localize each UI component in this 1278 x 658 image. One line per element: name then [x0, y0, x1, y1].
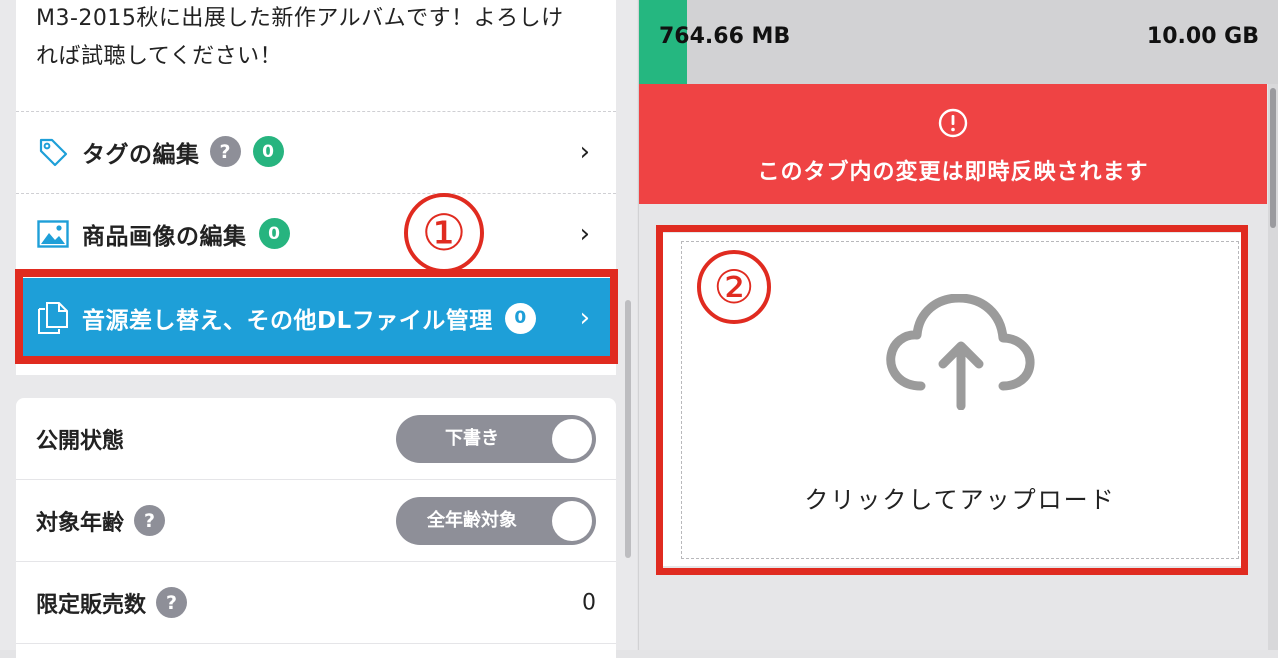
setting-limited-sales: 限定販売数 ? 0 [16, 562, 616, 644]
toggle-knob [552, 500, 592, 541]
image-icon [36, 217, 70, 251]
setting-label: 公開状態 [36, 428, 125, 454]
setting-target-age: 対象年齢 ? 全年齢対象 [16, 480, 616, 562]
count-badge: 0 [252, 136, 284, 167]
count-badge: 0 [258, 218, 290, 249]
alert-banner: このタブ内の変更は即時反映されます [639, 84, 1267, 204]
scrollbar-thumb[interactable] [1270, 88, 1276, 228]
menu-item-images[interactable]: 商品画像の編集 0 › [16, 193, 616, 273]
toggle-text: 下書き [445, 427, 499, 449]
menu-item-label: 商品画像の編集 [82, 223, 247, 250]
publish-status-toggle[interactable]: 下書き [396, 414, 596, 463]
setting-label: 対象年齢 [36, 510, 125, 536]
setting-label: 限定販売数 [36, 592, 147, 618]
storage-bar: 764.66 MB 10.00 GB [639, 0, 1278, 84]
right-panel: 764.66 MB 10.00 GB このタブ内の変更は即時反映されます クリッ… [638, 0, 1278, 650]
help-icon[interactable]: ? [209, 136, 241, 167]
exclamation-circle-icon [938, 108, 968, 142]
annotation-number-2: ② [697, 250, 771, 324]
left-panel: M3-2015秋に出展した新作アルバムです！よろしけ れば試聴してください！ タ… [0, 0, 637, 658]
toggle-knob [552, 418, 592, 459]
chevron-right-icon: › [579, 218, 590, 249]
settings-card: 公開状態 下書き 対象年齢 ? 全年齢対象 限定販売数 ? 0 [16, 398, 616, 658]
product-description: M3-2015秋に出展した新作アルバムです！よろしけ れば試聴してください！ [36, 0, 606, 76]
alert-text: このタブ内の変更は即時反映されます [757, 160, 1149, 185]
chevron-right-icon: › [579, 136, 590, 167]
right-scrollbar[interactable] [1268, 84, 1278, 650]
annotation-number-1: ① [404, 193, 484, 273]
help-icon[interactable]: ? [134, 505, 166, 536]
limited-sales-value[interactable]: 0 [582, 590, 596, 615]
description-line-2: れば試聴してください！ [36, 44, 283, 69]
menu-item-label: タグの編集 [82, 141, 200, 168]
menu-item-tags[interactable]: タグの編集 ? 0 › [16, 111, 616, 191]
description-line-1: M3-2015秋に出展した新作アルバムです！よろしけ [36, 6, 564, 31]
storage-total: 10.00 GB [1146, 24, 1259, 49]
help-icon[interactable]: ? [156, 587, 188, 618]
storage-used: 764.66 MB [659, 24, 791, 49]
left-scrollbar[interactable] [625, 300, 631, 558]
toggle-text: 全年齢対象 [427, 509, 517, 531]
target-age-toggle[interactable]: 全年齢対象 [396, 496, 596, 545]
tag-icon [36, 135, 70, 169]
highlight-box-1 [15, 269, 618, 364]
setting-publish-status: 公開状態 下書き [16, 398, 616, 480]
